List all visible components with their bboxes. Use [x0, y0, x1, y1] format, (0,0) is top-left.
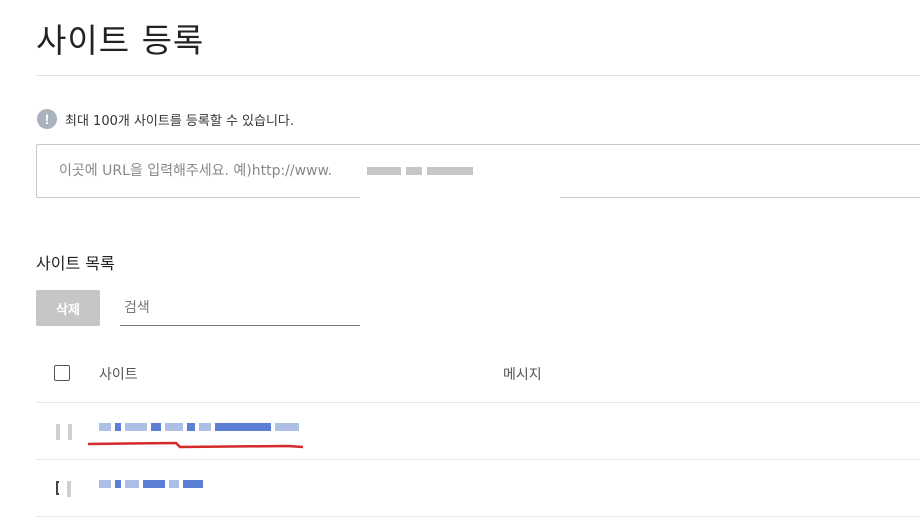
redacted-url-text	[367, 167, 473, 175]
select-all-checkbox[interactable]	[54, 365, 70, 381]
url-input[interactable]	[37, 145, 920, 197]
annotation-underline	[88, 441, 304, 449]
search-container	[120, 290, 360, 326]
notice-text: 최대 100개 사이트를 등록할 수 있습니다.	[65, 113, 295, 129]
row-checkbox[interactable]	[56, 481, 74, 497]
table-row	[36, 460, 920, 517]
info-icon: !	[37, 109, 57, 129]
site-table: 사이트 메시지	[36, 344, 920, 517]
column-header-site: 사이트	[99, 367, 138, 383]
redaction-cover	[360, 196, 560, 204]
page-title: 사이트 등록	[36, 21, 205, 60]
section-title: 사이트 목록	[36, 254, 115, 273]
site-link[interactable]	[99, 480, 203, 488]
site-link[interactable]	[99, 423, 299, 431]
table-header: 사이트 메시지	[36, 344, 920, 403]
title-divider	[36, 75, 920, 76]
url-input-container	[36, 144, 920, 198]
search-input[interactable]	[120, 290, 360, 325]
table-row	[36, 403, 920, 460]
notice: ! 최대 100개 사이트를 등록할 수 있습니다.	[37, 109, 294, 129]
column-header-message: 메시지	[503, 367, 542, 383]
delete-button[interactable]: 삭제	[36, 290, 100, 326]
row-checkbox[interactable]	[56, 424, 74, 440]
